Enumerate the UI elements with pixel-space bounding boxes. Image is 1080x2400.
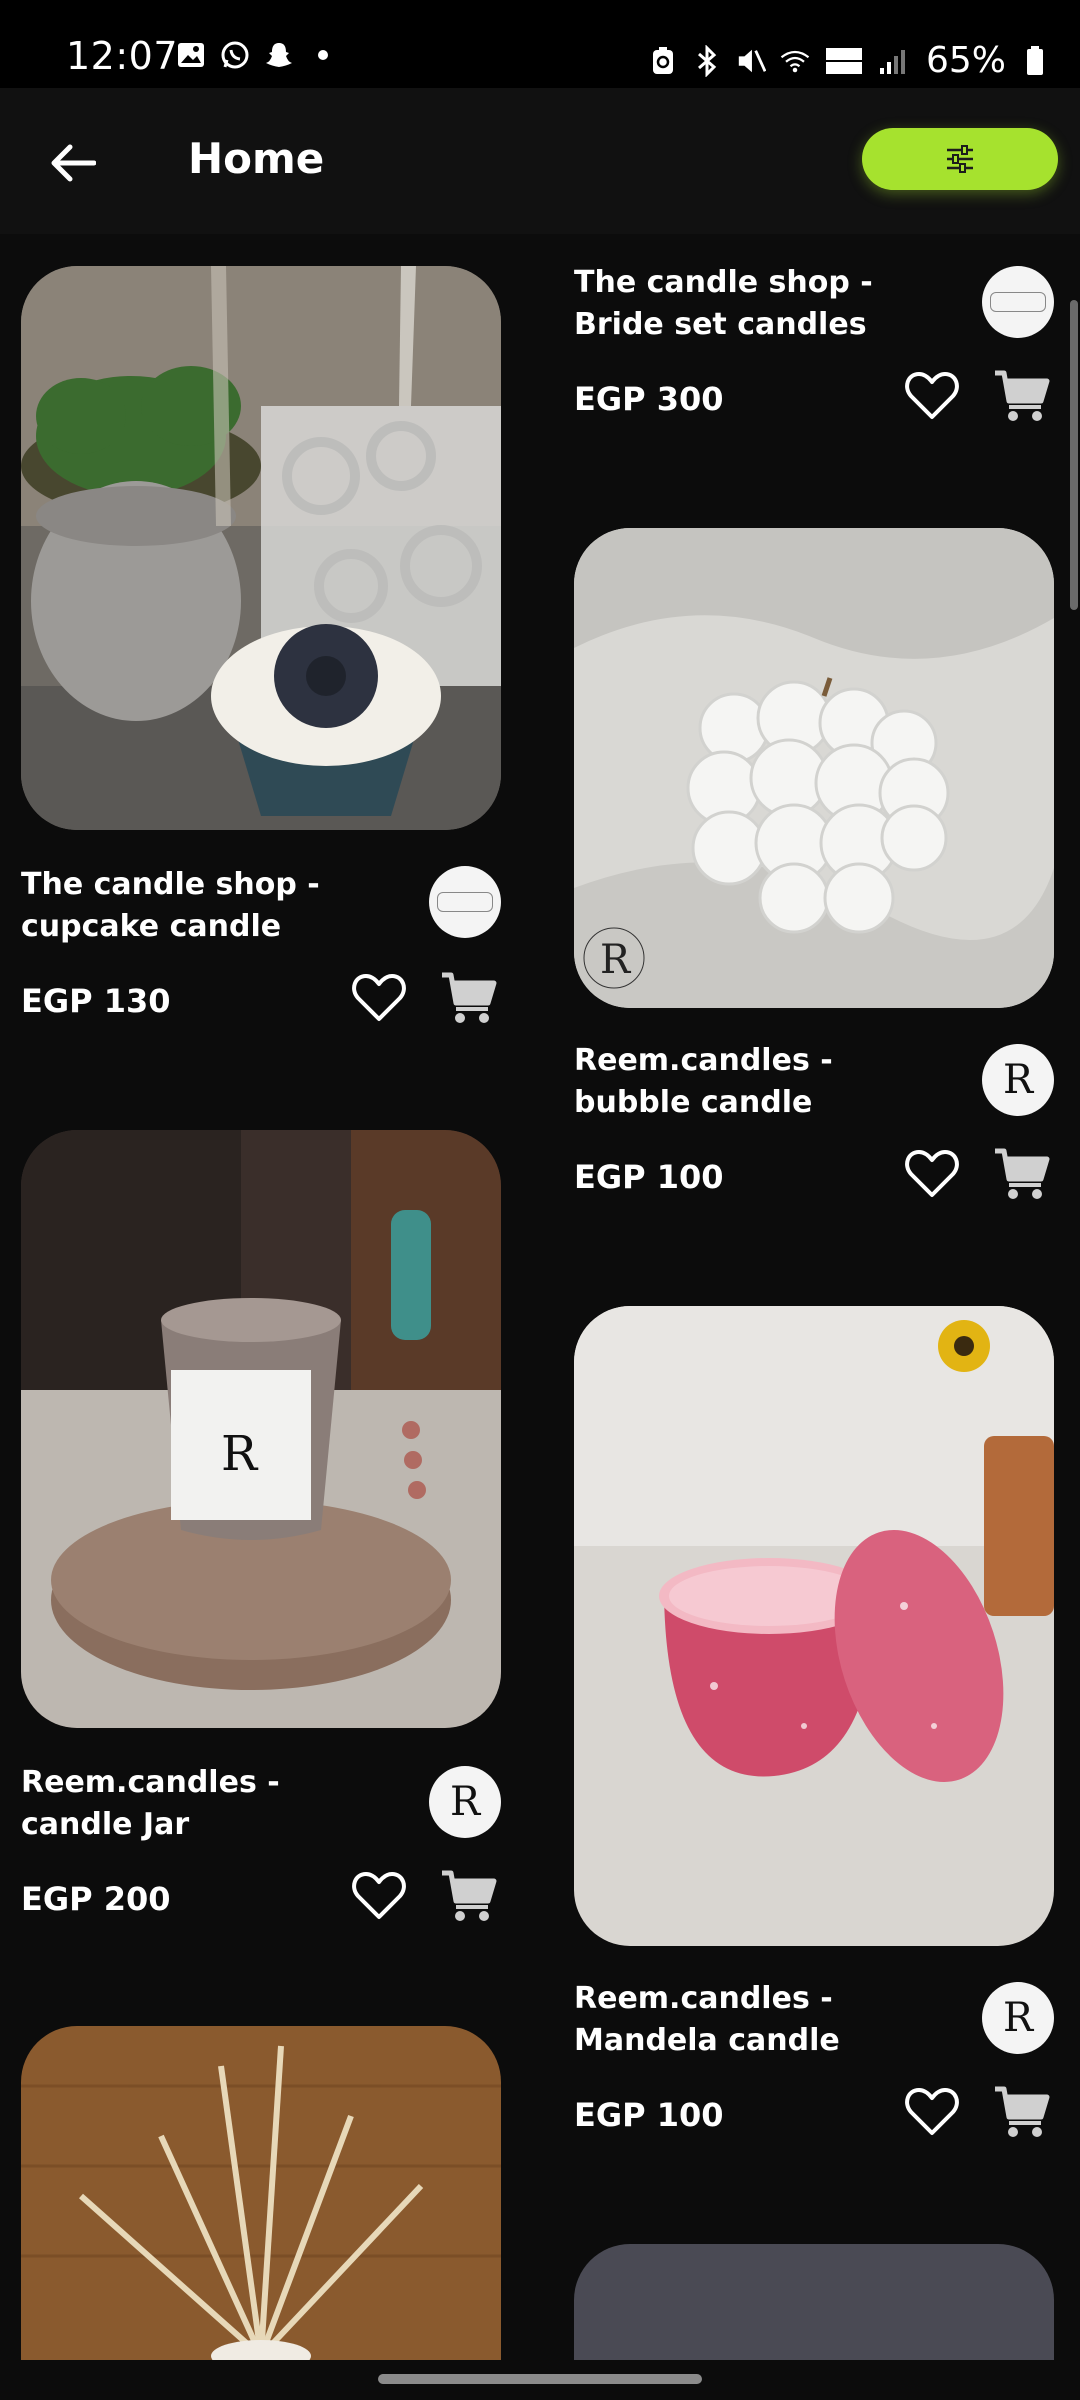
battery-saver-icon <box>648 46 678 76</box>
add-to-cart-button[interactable] <box>990 364 1054 428</box>
gallery-icon <box>176 40 206 70</box>
product-name[interactable]: The candle shop - cupcake candle <box>21 864 351 948</box>
mute-icon <box>736 46 766 76</box>
heart-icon <box>905 1150 959 1197</box>
reem-candles-logo: R <box>1002 1995 1034 2041</box>
product-name[interactable]: Reem.candles - Mandela candle <box>574 1978 904 2062</box>
cart-icon <box>995 1148 1050 1199</box>
favorite-button[interactable] <box>904 1146 960 1202</box>
product-image-bubble-candle[interactable]: R <box>574 528 1054 1008</box>
product-card[interactable] <box>574 2244 1054 2360</box>
cart-icon <box>995 370 1050 421</box>
status-time: 12:07 <box>66 34 179 78</box>
notification-icons <box>176 40 338 70</box>
product-image-cupcake-candle[interactable] <box>21 266 501 830</box>
status-bar: 12:07 65% <box>0 0 1080 88</box>
volte-icon <box>824 46 864 76</box>
battery-icon <box>1020 45 1050 76</box>
product-name[interactable]: Reem.candles - candle Jar <box>21 1762 351 1846</box>
snapchat-icon <box>264 40 294 70</box>
more-notifications-dot-icon <box>308 40 338 70</box>
product-name[interactable]: Reem.candles - bubble candle <box>574 1040 904 1124</box>
heart-icon <box>352 1872 406 1919</box>
scrollbar[interactable] <box>1070 300 1078 610</box>
sliders-icon <box>947 145 973 173</box>
product-name[interactable]: The candle shop - Bride set candles <box>574 262 904 346</box>
arrow-left-icon <box>51 144 96 182</box>
add-to-cart-button[interactable] <box>437 966 501 1030</box>
add-to-cart-button[interactable] <box>990 1142 1054 1206</box>
whatsapp-icon <box>220 40 250 70</box>
product-price: EGP 200 <box>21 1880 171 1918</box>
product-card[interactable]: R Reem.candles - bubble candle R EGP 100 <box>574 528 1054 1228</box>
add-to-cart-button[interactable] <box>990 2080 1054 2144</box>
bluetooth-icon <box>692 44 722 77</box>
product-card[interactable] <box>21 2026 501 2360</box>
shop-avatar[interactable] <box>982 266 1054 338</box>
product-card[interactable]: The candle shop - cupcake candle EGP 130 <box>21 266 501 1046</box>
the-candle-shop-logo <box>437 892 493 912</box>
reem-candles-logo: R <box>1002 1057 1034 1103</box>
signal-icon <box>878 46 908 76</box>
product-image-pampas-vase[interactable] <box>21 2026 501 2360</box>
favorite-button[interactable] <box>351 970 407 1026</box>
the-candle-shop-logo <box>990 292 1046 312</box>
svg-text:R: R <box>221 1426 259 1482</box>
favorite-button[interactable] <box>904 2084 960 2140</box>
heart-icon <box>905 372 959 419</box>
wifi-icon <box>780 46 810 76</box>
page-title: Home <box>188 134 325 183</box>
product-card[interactable]: R Reem.candles - candle Jar R EGP 200 <box>21 1130 501 1940</box>
favorite-button[interactable] <box>904 368 960 424</box>
system-icons: 65% <box>648 40 1050 81</box>
cart-icon <box>442 1870 497 1921</box>
product-price: EGP 300 <box>574 380 724 418</box>
cart-icon <box>995 2086 1050 2137</box>
favorite-button[interactable] <box>351 1868 407 1924</box>
svg-text:R: R <box>600 937 632 983</box>
product-image-candle-jar[interactable]: R <box>21 1130 501 1728</box>
home-gesture-handle[interactable] <box>378 2374 702 2384</box>
shop-avatar[interactable]: R <box>982 1044 1054 1116</box>
cart-icon <box>442 972 497 1023</box>
shop-avatar[interactable]: R <box>982 1982 1054 2054</box>
add-to-cart-button[interactable] <box>437 1864 501 1928</box>
reem-candles-logo: R <box>449 1779 481 1825</box>
product-image-partial[interactable] <box>574 2244 1054 2360</box>
heart-icon <box>905 2088 959 2135</box>
filter-button[interactable] <box>862 128 1058 190</box>
shop-avatar[interactable] <box>429 866 501 938</box>
app-bar: Home <box>0 88 1080 234</box>
product-price: EGP 130 <box>21 982 171 1020</box>
back-button[interactable] <box>40 130 106 196</box>
product-price: EGP 100 <box>574 1158 724 1196</box>
product-image-mandela-candle[interactable] <box>574 1306 1054 1946</box>
product-price: EGP 100 <box>574 2096 724 2134</box>
product-card[interactable]: Reem.candles - Mandela candle R EGP 100 <box>574 1306 1054 2146</box>
product-card[interactable]: The candle shop - Bride set candles EGP … <box>574 240 1054 440</box>
shop-avatar[interactable]: R <box>429 1766 501 1838</box>
battery-percent: 65% <box>925 40 1006 81</box>
heart-icon <box>352 974 406 1021</box>
